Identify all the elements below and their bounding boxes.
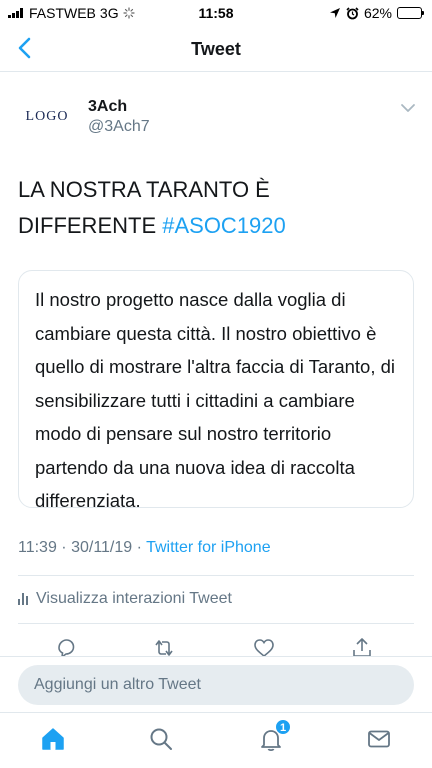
author-handle[interactable]: @3Ach7: [88, 118, 150, 136]
hashtag-link[interactable]: #ASOC1920: [162, 213, 286, 238]
search-icon[interactable]: [147, 725, 175, 753]
battery-percent: 62%: [363, 5, 392, 21]
alarm-clock-icon: [346, 6, 359, 19]
notification-badge: 1: [275, 719, 291, 735]
navigation-bar: Tweet: [0, 26, 432, 72]
analytics-bars-icon: [18, 593, 28, 605]
tweet-meta: 11:39 · 30/11/19 · Twitter for iPhone: [18, 539, 271, 557]
view-engagements-link[interactable]: Visualizza interazioni Tweet: [18, 590, 232, 608]
card-text: Il nostro progetto nasce dalla voglia di…: [35, 289, 396, 511]
messages-envelope-icon[interactable]: [365, 725, 393, 753]
status-bar: FASTWEB 3G 11:58 62%: [0, 0, 432, 26]
page-title: Tweet: [191, 39, 241, 59]
text-card[interactable]: Il nostro progetto nasce dalla voglia di…: [18, 270, 414, 511]
author-name[interactable]: 3Ach: [88, 98, 127, 116]
source-link[interactable]: Twitter for iPhone: [146, 539, 271, 556]
view-engagements-label: Visualizza interazioni Tweet: [36, 590, 232, 607]
tweet-text: LA NOSTRA TARANTO È DIFFERENTE #ASOC1920: [18, 172, 414, 244]
divider: [18, 575, 414, 576]
battery-icon: [397, 7, 424, 19]
reply-input[interactable]: [18, 665, 414, 705]
tweet-header: LOGO 3Ach @3Ach7: [18, 94, 418, 144]
divider: [18, 623, 414, 624]
retweet-icon[interactable]: [152, 636, 176, 656]
home-icon[interactable]: [39, 725, 67, 753]
notifications-tab[interactable]: 1: [257, 719, 291, 753]
reply-icon[interactable]: [54, 636, 78, 656]
tweet-actions: [0, 636, 432, 656]
tweet-timestamp: 11:39 · 30/11/19 ·: [18, 539, 147, 556]
chevron-down-icon[interactable]: [398, 98, 418, 118]
like-heart-icon[interactable]: [252, 636, 276, 656]
share-icon[interactable]: [350, 636, 374, 656]
location-arrow-icon: [329, 8, 340, 18]
avatar[interactable]: LOGO: [18, 100, 76, 134]
reply-bar: [0, 656, 432, 712]
tab-bar: 1: [0, 712, 432, 768]
